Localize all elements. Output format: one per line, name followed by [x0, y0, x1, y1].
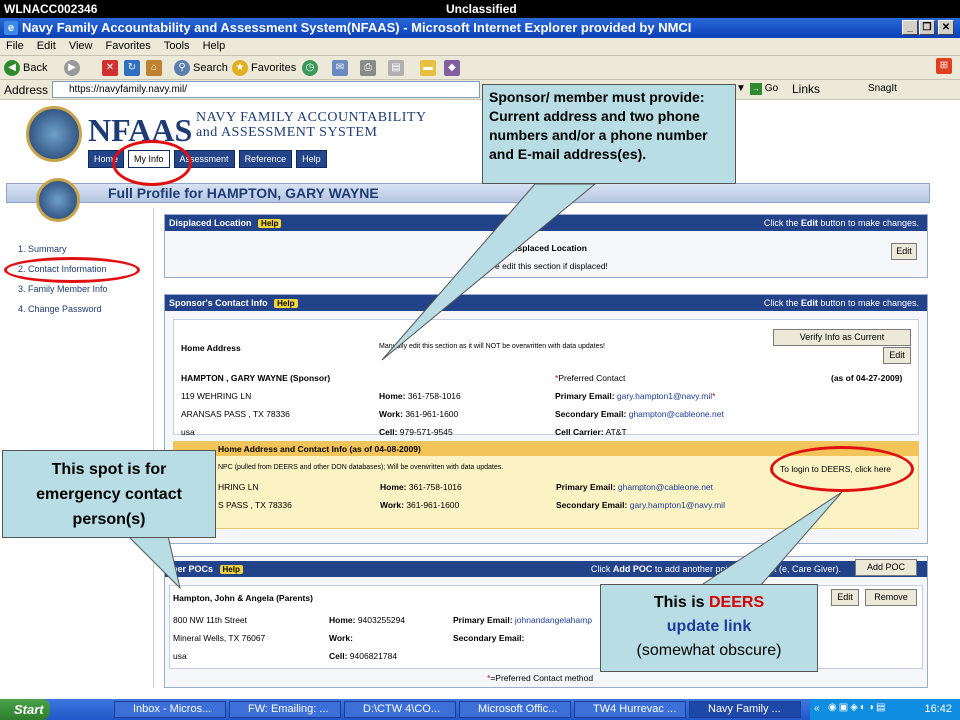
sponsor-callout-pointer: [381, 183, 597, 361]
windows-taskbar: Start Inbox - Micros... FW: Emailing: ..…: [0, 699, 960, 720]
clock: 16:42: [924, 703, 952, 715]
task-microsoft-office[interactable]: Microsoft Offic...: [459, 701, 571, 718]
deers-callout-line-1: This is DEERS: [605, 591, 813, 615]
deers-link-callout: This is DEERS update link (somewhat obsc…: [600, 584, 818, 672]
emergency-callout-pointer: [126, 535, 181, 590]
task-ctw-folder[interactable]: D:\CTW 4\CO...: [344, 701, 456, 718]
system-tray: « ◉▣◈◐◑▤ 16:42: [810, 699, 960, 720]
deers-callout-pointer: [698, 491, 843, 587]
start-button[interactable]: Start: [0, 699, 50, 720]
deers-callout-this: This is: [653, 594, 709, 611]
tray-expand-icon[interactable]: «: [814, 703, 820, 714]
emergency-contact-callout: This spot is for emergency contact perso…: [2, 450, 216, 538]
tray-icons: ◉▣◈◐◑▤: [828, 702, 888, 713]
task-navy-family[interactable]: Navy Family ...: [689, 701, 801, 718]
deers-callout-obscure: (somewhat obscure): [636, 642, 782, 659]
task-tw4-hurrevac[interactable]: TW4 Hurrevac ...: [574, 701, 686, 718]
task-inbox[interactable]: Inbox - Micros...: [114, 701, 226, 718]
task-fw-emailing[interactable]: FW: Emailing: ...: [229, 701, 341, 718]
deers-callout-update: update link: [666, 618, 752, 635]
deers-callout-deers: DEERS: [709, 594, 765, 611]
sponsor-requirement-callout: Sponsor/ member must provide: Current ad…: [482, 84, 736, 184]
